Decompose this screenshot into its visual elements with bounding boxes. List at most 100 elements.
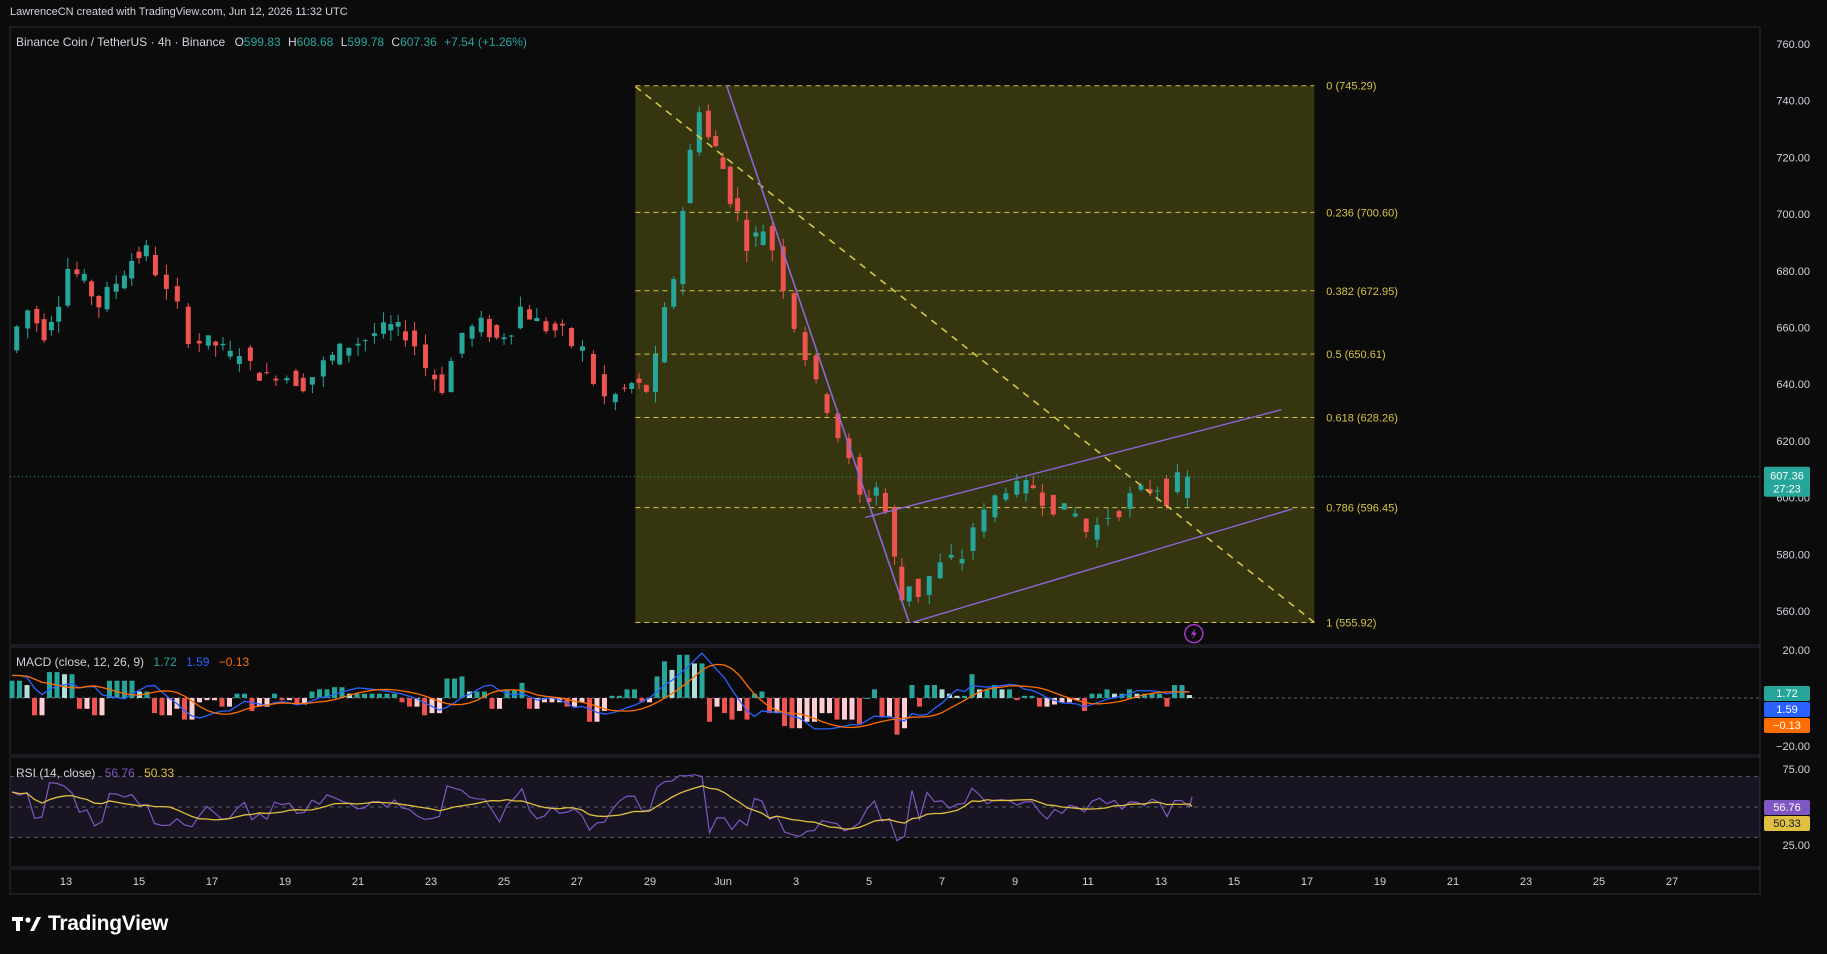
candle-body bbox=[381, 322, 387, 334]
candle bbox=[459, 332, 465, 359]
candle-body bbox=[469, 326, 475, 339]
time-tick-label: 15 bbox=[1228, 876, 1240, 888]
candle bbox=[517, 296, 523, 330]
candle bbox=[284, 375, 290, 384]
macd-histogram-bar bbox=[9, 680, 15, 698]
candle-body bbox=[1116, 511, 1122, 518]
rsi-legend[interactable]: RSI (14, close) 56.76 50.33 bbox=[16, 766, 174, 780]
candle-body bbox=[213, 341, 219, 346]
tradingview-logo-icon bbox=[12, 917, 41, 931]
candle bbox=[273, 375, 279, 387]
symbol-title: Binance Coin / TetherUS · 4h · Binance bbox=[16, 35, 226, 49]
time-tick-label: 23 bbox=[425, 876, 437, 888]
macd-pane-frame bbox=[9, 646, 1761, 756]
macd-histogram-bar bbox=[692, 663, 697, 698]
bar-countdown-label: 27:23 bbox=[1773, 484, 1801, 496]
candle bbox=[152, 246, 158, 277]
candle bbox=[264, 362, 270, 375]
candle-body bbox=[882, 492, 888, 512]
candle bbox=[236, 348, 242, 372]
candle-body bbox=[527, 309, 533, 320]
candle-body bbox=[256, 372, 262, 381]
candle bbox=[96, 295, 102, 318]
candle-body bbox=[992, 495, 998, 518]
candle-body bbox=[629, 383, 635, 389]
open-value: 599.83 bbox=[243, 35, 281, 49]
macd-signal-value: 1.59 bbox=[186, 655, 210, 669]
macd-histogram-bar bbox=[392, 693, 397, 698]
candle-body bbox=[309, 377, 315, 385]
candle-body bbox=[432, 374, 438, 380]
rsi-title: RSI (14, close) bbox=[16, 766, 96, 780]
candle-body bbox=[104, 286, 110, 310]
candle-body bbox=[1039, 492, 1045, 506]
candle bbox=[220, 337, 226, 351]
candle-body bbox=[273, 378, 279, 381]
candle-body bbox=[300, 377, 306, 392]
macd-tick-label: −20.00 bbox=[1776, 741, 1810, 753]
macd-histogram-bar bbox=[864, 698, 870, 699]
candle bbox=[527, 304, 533, 320]
candle-body bbox=[1127, 493, 1133, 509]
candle-body bbox=[355, 343, 361, 346]
candle-body bbox=[371, 333, 377, 337]
tradingview-logo[interactable]: TradingView bbox=[12, 912, 168, 936]
candle-body bbox=[915, 578, 921, 598]
macd-histogram-bar bbox=[939, 689, 945, 698]
time-tick-label: 15 bbox=[133, 876, 145, 888]
candle-body bbox=[948, 554, 954, 558]
candle bbox=[174, 277, 180, 309]
macd-histogram-bar bbox=[159, 698, 165, 716]
candle-body bbox=[346, 347, 352, 356]
symbol-legend[interactable]: Binance Coin / TetherUS · 4h · Binance O… bbox=[16, 35, 527, 49]
macd-histogram-bar bbox=[99, 698, 105, 716]
time-tick-label: 7 bbox=[939, 876, 945, 888]
time-tick-label: 21 bbox=[352, 876, 364, 888]
candle-body bbox=[662, 307, 668, 363]
macd-histogram-bar bbox=[624, 689, 630, 698]
macd-histogram-bar bbox=[287, 698, 292, 701]
candle bbox=[256, 371, 262, 381]
candle-body bbox=[1083, 518, 1089, 533]
candle-body bbox=[1163, 478, 1169, 507]
candle-body bbox=[205, 335, 211, 346]
macd-histogram-bar bbox=[317, 689, 322, 698]
macd-histogram-bar bbox=[1022, 695, 1027, 698]
candle-body bbox=[264, 372, 270, 374]
candle-body bbox=[163, 274, 169, 289]
candle-body bbox=[439, 374, 445, 393]
candle-body bbox=[25, 310, 31, 329]
candle bbox=[213, 340, 219, 357]
time-tick-label: 17 bbox=[1301, 876, 1313, 888]
time-axis-frame bbox=[9, 868, 1761, 895]
candle bbox=[14, 325, 20, 354]
macd-histogram-bar bbox=[677, 654, 682, 698]
candle bbox=[601, 365, 607, 405]
candle-body bbox=[559, 323, 565, 326]
candle-body bbox=[501, 337, 507, 340]
candle bbox=[25, 309, 31, 339]
candle-body bbox=[486, 319, 492, 338]
rsi-tick-label: 25.00 bbox=[1782, 840, 1810, 852]
candle-body bbox=[813, 355, 819, 380]
candle bbox=[300, 373, 306, 393]
time-tick-label: 21 bbox=[1447, 876, 1459, 888]
candle bbox=[355, 337, 361, 356]
fib-level-label: 0.236 (700.60) bbox=[1326, 207, 1398, 219]
candle-body bbox=[395, 321, 401, 327]
candle-body bbox=[388, 324, 394, 331]
macd-legend[interactable]: MACD (close, 12, 26, 9) 1.72 1.59 −0.13 bbox=[16, 655, 249, 669]
candle-body bbox=[824, 394, 830, 413]
macd-histogram-bar bbox=[1082, 698, 1087, 711]
candle-body bbox=[769, 226, 775, 251]
macd-histogram-bar bbox=[1149, 693, 1155, 698]
macd-histogram-bar bbox=[1164, 698, 1170, 707]
chart-canvas[interactable]: 760.00740.00720.00700.00680.00660.00640.… bbox=[0, 0, 1827, 954]
candle-body bbox=[402, 331, 408, 341]
candle-body bbox=[705, 110, 711, 138]
candle-body bbox=[96, 295, 102, 308]
candle-body bbox=[636, 378, 642, 383]
time-tick-label: 9 bbox=[1012, 876, 1018, 888]
candle bbox=[89, 279, 95, 306]
candle bbox=[227, 340, 233, 360]
